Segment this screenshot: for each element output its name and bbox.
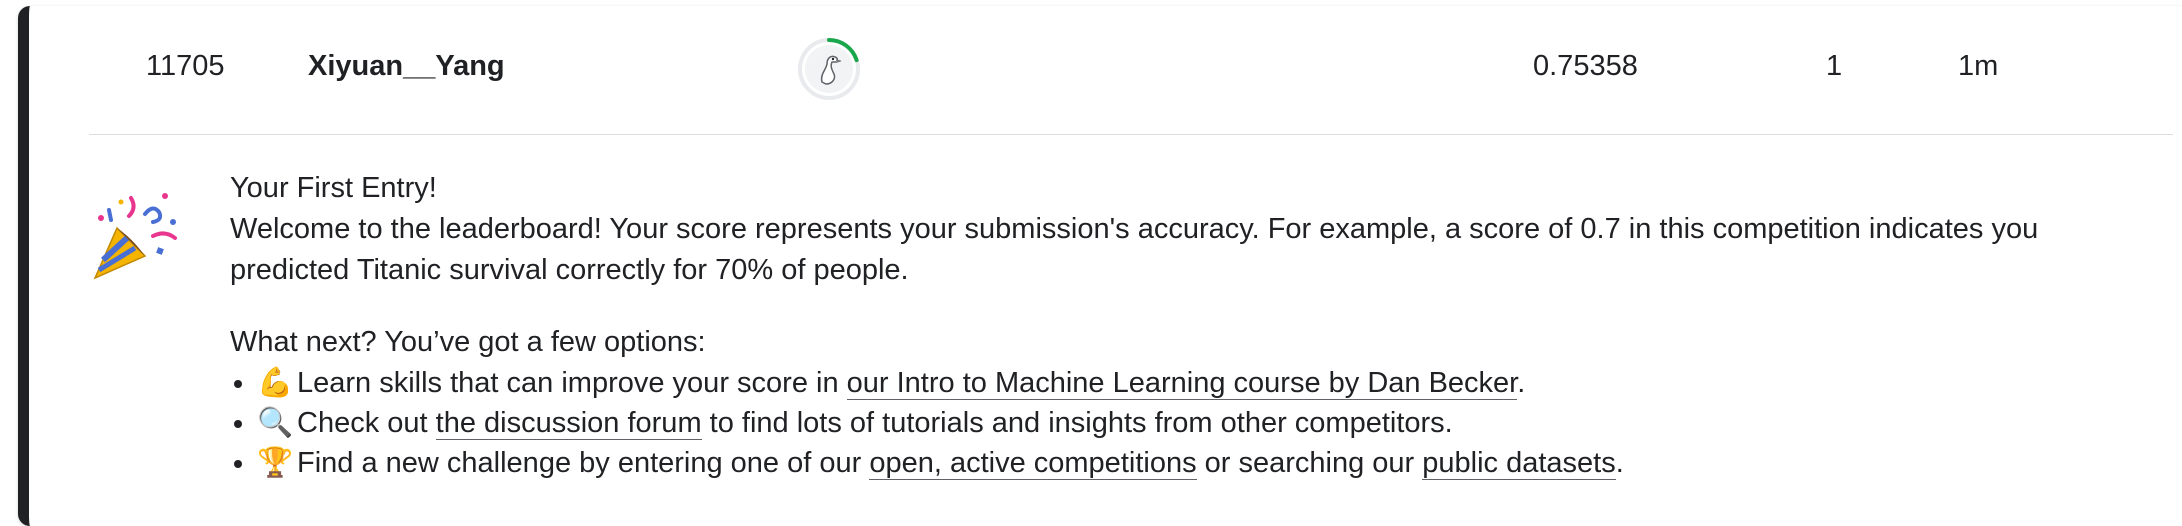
option-text: or searching our	[1196, 447, 1423, 479]
trophy-icon: 🏆	[257, 447, 294, 479]
option-text: Find a new challenge by entering one of …	[297, 447, 870, 479]
message-title: Your First Entry!	[230, 172, 437, 204]
score-value: 0.75358	[1533, 50, 1638, 82]
public-datasets-link[interactable]: public datasets	[1422, 447, 1616, 480]
list-item: 🔍 Check out the discussion forum to find …	[230, 403, 2130, 443]
options-list: 💪 Learn skills that can improve your scor…	[230, 363, 2130, 483]
flexed-biceps-icon: 💪	[257, 367, 294, 399]
first-entry-message: Your First Entry! Welcome to the leaderb…	[230, 168, 2130, 483]
leaderboard-entry-card: 11705 Xiyuan__Yang 0.75358 1 1m Your Fir…	[18, 6, 2182, 526]
party-popper-icon	[93, 193, 177, 280]
list-item: 🏆 Find a new challenge by entering one of…	[230, 443, 2130, 483]
rank-value: 11705	[146, 50, 225, 82]
list-item: 💪 Learn skills that can improve your scor…	[230, 363, 2130, 403]
entries-count: 1	[1826, 50, 1843, 82]
page: 11705 Xiyuan__Yang 0.75358 1 1m Your Fir…	[0, 0, 2182, 526]
message-body: Welcome to the leaderboard! Your score r…	[230, 213, 2039, 286]
last-submission: 1m	[1958, 50, 1999, 82]
option-text: Check out	[297, 407, 436, 439]
intro-ml-course-link[interactable]: our Intro to Machine Learning course by …	[846, 367, 1518, 400]
option-text: to find lots of tutorials and insights f…	[701, 407, 1453, 439]
option-text: .	[1517, 367, 1526, 399]
option-text: .	[1615, 447, 1624, 479]
team-avatar[interactable]	[796, 36, 862, 102]
active-competitions-link[interactable]: open, active competitions	[869, 447, 1197, 480]
team-name[interactable]: Xiyuan__Yang	[308, 50, 505, 83]
discussion-forum-link[interactable]: the discussion forum	[435, 407, 702, 440]
leaderboard-row[interactable]: 11705 Xiyuan__Yang 0.75358 1 1m	[89, 6, 2173, 135]
next-heading: What next? You’ve got a few options:	[230, 326, 706, 358]
option-text: Learn skills that can improve your score…	[297, 367, 847, 399]
magnifying-glass-icon: 🔍	[257, 407, 294, 439]
